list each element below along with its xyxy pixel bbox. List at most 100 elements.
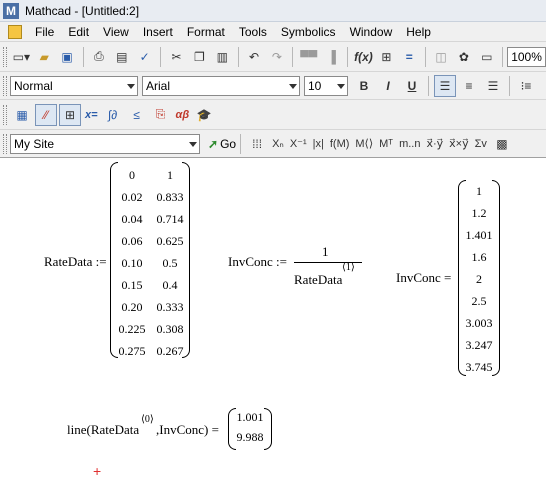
greek-button[interactable]: αβ (174, 104, 192, 126)
invconc-result-label[interactable]: InvConc = (396, 270, 451, 286)
determinant-button[interactable]: |x| (311, 133, 326, 155)
ratedata-cell[interactable]: 0.5 (152, 256, 188, 271)
vectorize-button[interactable]: f(M) (328, 133, 352, 155)
ratedata-cell[interactable]: 0.625 (152, 234, 188, 249)
line-expression-args[interactable]: ,InvConc) = (156, 422, 219, 438)
open-icon[interactable]: ▰ (34, 46, 55, 68)
spell-check-icon[interactable]: ✓ (134, 46, 155, 68)
ratedata-cell[interactable]: 0.267 (152, 344, 188, 359)
copy-icon[interactable]: ❐ (189, 46, 210, 68)
invconc-denominator[interactable]: RateData (294, 272, 342, 288)
graph-icon[interactable]: ⁄⁄ (35, 103, 57, 126)
menu-window[interactable]: Window (343, 22, 400, 42)
font-size-select[interactable]: 10 (304, 75, 348, 96)
invconc-result-matrix[interactable]: 1 1.2 1.401 1.6 2 2.5 3.003 3.247 3.745 (458, 180, 500, 376)
menu-view[interactable]: View (96, 22, 136, 42)
align-down-icon[interactable]: ▐ (321, 46, 342, 68)
invconc-def-label[interactable]: InvConc := (228, 254, 287, 270)
ratedata-matrix[interactable]: 0 1 0.02 0.833 0.04 0.714 0.06 0.625 0.10 0.5 0.15… (110, 162, 190, 358)
components-icon[interactable]: ◫ (431, 46, 452, 68)
menu-symbolics[interactable]: Symbolics (274, 22, 343, 42)
underline-button[interactable]: U (401, 75, 423, 97)
transpose-button[interactable]: Mᵀ (377, 133, 395, 155)
new-icon[interactable]: ▭▾ (11, 46, 32, 68)
toolbar-grip[interactable] (3, 46, 7, 67)
go-button[interactable]: ➚ Go (208, 137, 236, 151)
invconc-cell[interactable]: 1 (462, 184, 496, 199)
programming-icon[interactable]: ⎘ (150, 104, 172, 126)
ratedata-cell[interactable]: 0 (114, 168, 150, 183)
insert-unit-icon[interactable]: ⊞ (376, 46, 397, 68)
menu-help[interactable]: Help (399, 22, 438, 42)
calculus-icon[interactable]: ∫∂ (102, 104, 124, 126)
save-icon[interactable]: ▣ (57, 46, 78, 68)
zoom-select[interactable]: 100% (507, 46, 546, 67)
vector-sum-button[interactable]: Σv (473, 133, 489, 155)
ratedata-cell[interactable]: 1 (152, 168, 188, 183)
ratedata-cell[interactable]: 0.02 (114, 190, 150, 205)
insert-matrix-icon[interactable]: ⁞⁞⁞ (246, 133, 268, 155)
line-result-cell[interactable]: 1.001 (232, 410, 268, 425)
toolbar-grip[interactable] (3, 133, 7, 154)
ratedata-cell[interactable]: 0.308 (152, 322, 188, 337)
toolbar-grip[interactable] (3, 75, 7, 96)
ratedata-cell[interactable]: 0.20 (114, 300, 150, 315)
menu-insert[interactable]: Insert (136, 22, 180, 42)
worksheet[interactable]: RateData := 0 1 0.02 0.833 0.04 0.714 0.06 0.62… (0, 158, 546, 496)
evaluation-button[interactable]: x= (83, 104, 100, 126)
symbolic-icon[interactable]: 🎓 (193, 104, 215, 126)
align-center-icon[interactable]: ≡ (458, 75, 480, 97)
site-select[interactable]: My Site (10, 133, 200, 154)
ratedata-cell[interactable]: 0.15 (114, 278, 150, 293)
document-icon[interactable] (8, 24, 22, 39)
menu-edit[interactable]: Edit (61, 22, 96, 42)
ratedata-cell[interactable]: 0.714 (152, 212, 188, 227)
subscript-button[interactable]: Xₙ (270, 133, 286, 155)
window-icon[interactable]: ▭ (476, 46, 497, 68)
italic-button[interactable]: I (377, 75, 399, 97)
bold-button[interactable]: B (353, 75, 375, 97)
invconc-cell[interactable]: 1.2 (462, 206, 496, 221)
dot-product-button[interactable]: x⃗·y⃗ (424, 133, 445, 155)
invconc-numerator[interactable]: 1 (322, 244, 329, 260)
align-right-icon[interactable]: ☰ (482, 75, 504, 97)
menu-file[interactable]: File (28, 22, 61, 42)
ratedata-cell[interactable]: 0.225 (114, 322, 150, 337)
calculate-icon[interactable]: = (399, 46, 420, 68)
align-across-icon[interactable]: ▀▀ (298, 46, 319, 68)
print-icon[interactable]: ⎙ (88, 46, 109, 68)
inverse-button[interactable]: X⁻¹ (288, 133, 309, 155)
menu-format[interactable]: Format (180, 22, 232, 42)
invconc-cell[interactable]: 3.003 (462, 316, 496, 331)
line-result-cell[interactable]: 9.988 (232, 430, 268, 445)
resources-icon[interactable]: ✿ (453, 46, 474, 68)
ratedata-cell[interactable]: 0.833 (152, 190, 188, 205)
ratedata-cell[interactable]: 0.4 (152, 278, 188, 293)
align-left-icon[interactable]: ☰ (434, 74, 456, 97)
invconc-cell[interactable]: 3.745 (462, 360, 496, 375)
ratedata-cell[interactable]: 0.333 (152, 300, 188, 315)
invconc-cell[interactable]: 1.6 (462, 250, 496, 265)
ratedata-cell[interactable]: 0.06 (114, 234, 150, 249)
print-preview-icon[interactable]: ▤ (111, 46, 132, 68)
style-select[interactable]: Normal (10, 75, 138, 96)
column-button[interactable]: M⟨⟩ (353, 133, 375, 155)
ratedata-cell[interactable]: 0.04 (114, 212, 150, 227)
toolbar-grip[interactable] (3, 104, 7, 125)
picture-icon[interactable]: ▩ (491, 133, 513, 155)
invconc-cell[interactable]: 1.401 (462, 228, 496, 243)
range-button[interactable]: m..n (397, 133, 422, 155)
cut-icon[interactable]: ✂ (166, 46, 187, 68)
font-select[interactable]: Arial (142, 75, 300, 96)
cross-product-button[interactable]: x⃗×y⃗ (447, 133, 470, 155)
ratedata-label[interactable]: RateData := (44, 254, 107, 270)
insert-function-icon[interactable]: f(x) (353, 46, 374, 68)
ratedata-cell[interactable]: 0.275 (114, 344, 150, 359)
line-result-matrix[interactable]: 1.001 9.988 (228, 408, 272, 450)
invconc-cell[interactable]: 3.247 (462, 338, 496, 353)
matrix-icon[interactable]: ⊞ (59, 103, 81, 126)
menu-tools[interactable]: Tools (232, 22, 274, 42)
invconc-cell[interactable]: 2.5 (462, 294, 496, 309)
bullets-icon[interactable]: ⁝≡ (515, 75, 537, 97)
line-expression[interactable]: line(RateData (67, 422, 139, 438)
